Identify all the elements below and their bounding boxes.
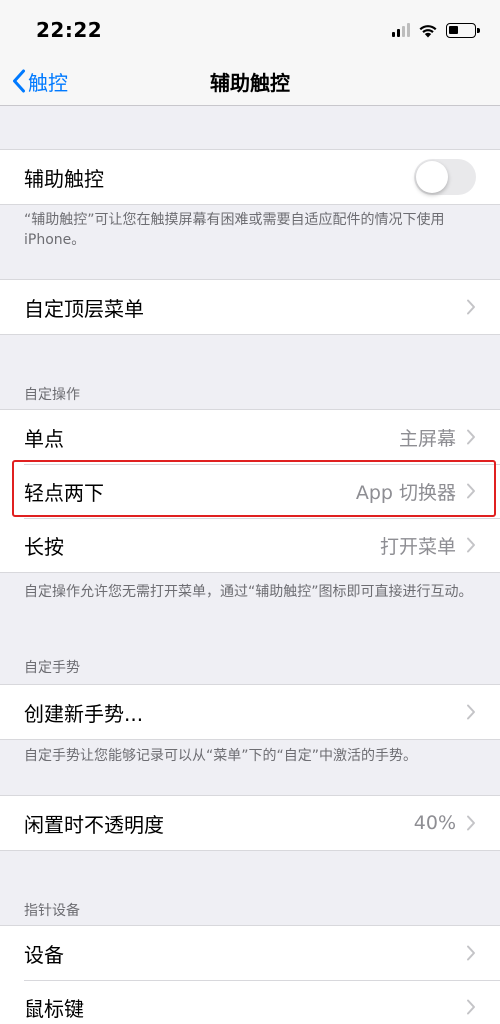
custom-gestures-group: 创建新手势... bbox=[0, 684, 500, 740]
cellular-signal-icon bbox=[392, 23, 410, 37]
status-icons bbox=[392, 20, 480, 40]
top-menu-label: 自定顶层菜单 bbox=[24, 296, 144, 321]
pointer-devices-header: 指针设备 bbox=[24, 903, 80, 919]
chevron-right-icon bbox=[467, 815, 475, 831]
wifi-icon bbox=[419, 24, 437, 37]
custom-actions-footer: 自定操作允许您无需打开菜单，通过“辅助触控”图标即可直接进行互动。 bbox=[24, 584, 473, 600]
create-gesture-row[interactable]: 创建新手势... bbox=[0, 685, 500, 739]
status-bar: 22:22 bbox=[0, 0, 500, 58]
idle-opacity-value: 40% bbox=[413, 812, 456, 834]
chevron-right-icon bbox=[467, 704, 475, 720]
custom-actions-header: 自定操作 bbox=[24, 387, 80, 403]
top-menu-group: 自定顶层菜单 bbox=[0, 279, 500, 335]
chevron-right-icon bbox=[467, 429, 475, 445]
single-tap-label: 单点 bbox=[24, 426, 64, 451]
status-time: 22:22 bbox=[36, 18, 103, 42]
pointer-devices-group: 设备 鼠标键 bbox=[0, 925, 500, 1024]
custom-gestures-footer: 自定手势让您能够记录可以从“菜单”下的“自定”中激活的手势。 bbox=[24, 748, 418, 764]
idle-opacity-row[interactable]: 闲置时不透明度 40% bbox=[0, 796, 500, 850]
create-gesture-label: 创建新手势... bbox=[24, 701, 144, 726]
chevron-right-icon bbox=[467, 999, 475, 1015]
chevron-right-icon bbox=[467, 537, 475, 553]
long-press-value: 打开菜单 bbox=[379, 535, 456, 558]
idle-opacity-label: 闲置时不透明度 bbox=[24, 812, 164, 837]
custom-gestures-header: 自定手势 bbox=[24, 660, 80, 676]
assistive-touch-group: 辅助触控 bbox=[0, 149, 500, 205]
assistive-touch-toggle[interactable] bbox=[414, 159, 476, 195]
assistive-touch-label: 辅助触控 bbox=[24, 166, 104, 191]
assistive-touch-row: 辅助触控 bbox=[0, 150, 500, 204]
devices-row[interactable]: 设备 bbox=[0, 926, 500, 980]
top-menu-row[interactable]: 自定顶层菜单 bbox=[0, 280, 500, 334]
assistive-touch-footer: “辅助触控”可让您在触摸屏幕有困难或需要自适应配件的情况下使用iPhone。 bbox=[24, 212, 445, 248]
page-title: 辅助触控 bbox=[210, 71, 290, 95]
devices-label: 设备 bbox=[24, 942, 64, 967]
single-tap-value: 主屏幕 bbox=[398, 427, 456, 450]
battery-icon bbox=[446, 22, 480, 38]
chevron-right-icon bbox=[467, 299, 475, 315]
single-tap-row[interactable]: 单点 主屏幕 bbox=[0, 410, 500, 464]
mouse-keys-label: 鼠标键 bbox=[24, 996, 84, 1021]
long-press-row[interactable]: 长按 打开菜单 bbox=[0, 518, 500, 572]
mouse-keys-row[interactable]: 鼠标键 bbox=[0, 980, 500, 1024]
chevron-right-icon bbox=[467, 945, 475, 961]
long-press-label: 长按 bbox=[24, 534, 64, 559]
idle-opacity-group: 闲置时不透明度 40% bbox=[0, 795, 500, 851]
highlight-box bbox=[12, 460, 496, 517]
nav-bar: 触控 辅助触控 bbox=[0, 58, 500, 106]
